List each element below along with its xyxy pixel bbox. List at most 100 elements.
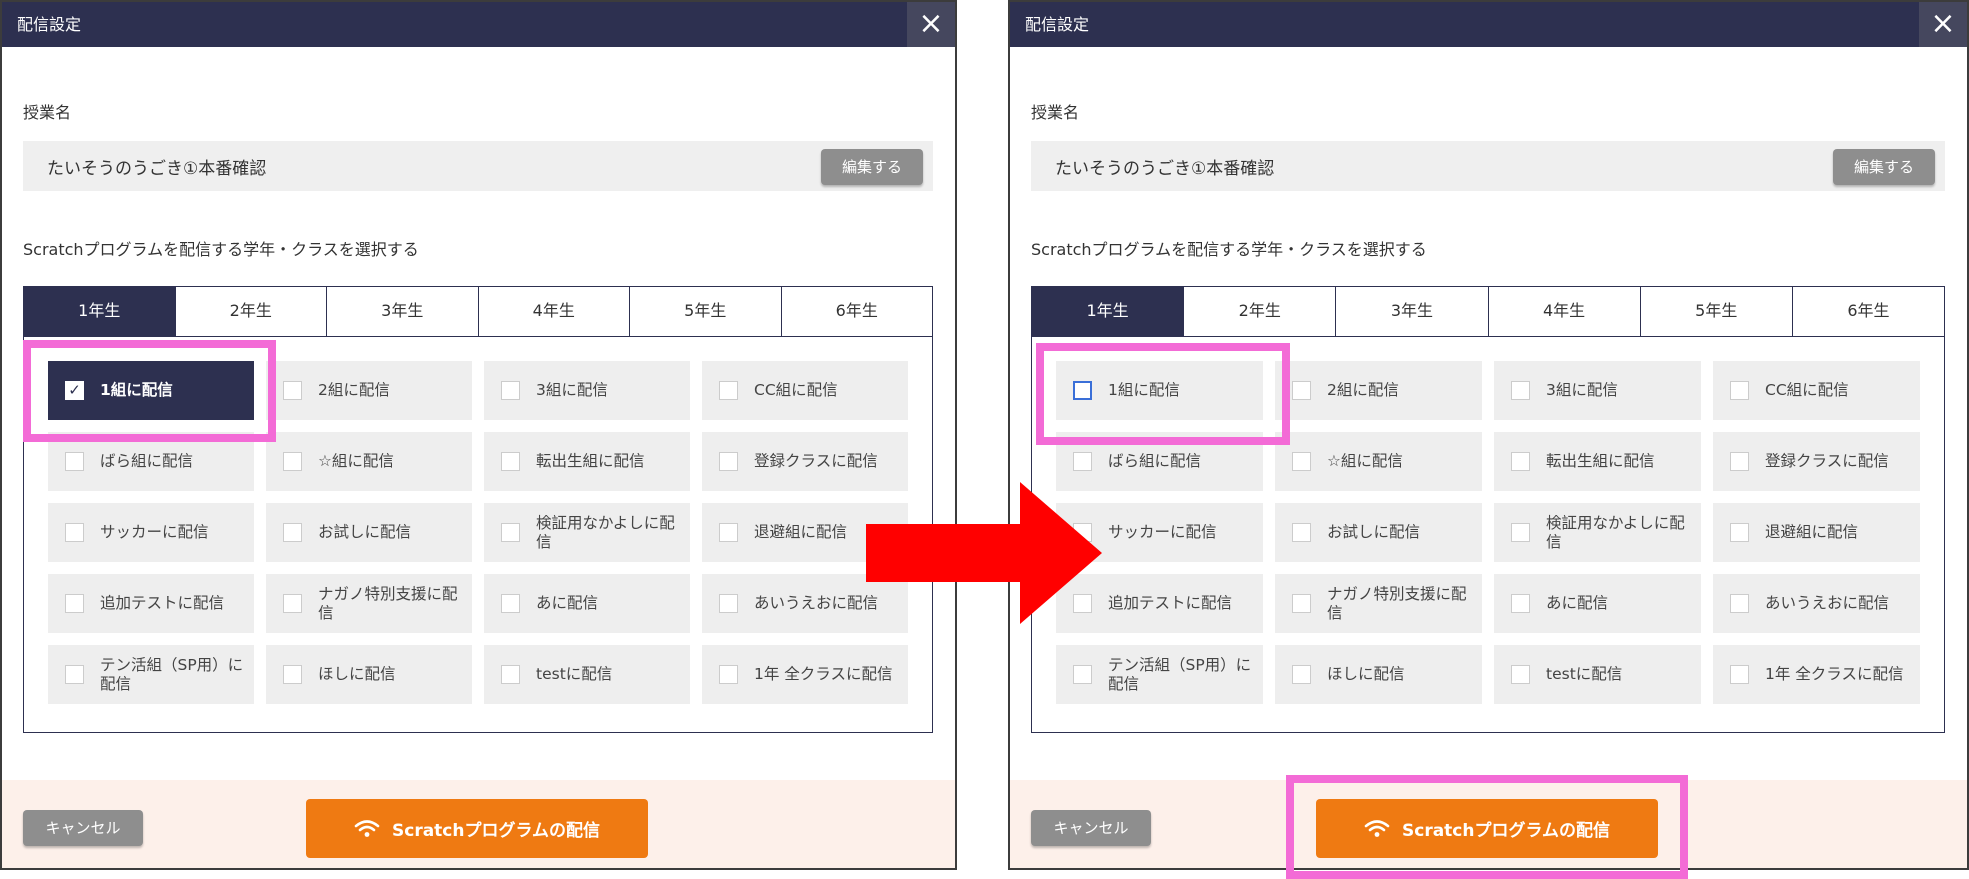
class-checkbox-item[interactable]: 3組に配信 <box>1494 361 1701 420</box>
class-checkbox-item[interactable]: 退避組に配信 <box>1713 503 1920 562</box>
class-checkbox-item[interactable]: ばら組に配信 <box>48 432 254 491</box>
tab-grade-2[interactable]: 2年生 <box>1184 287 1337 336</box>
checkbox-icon[interactable] <box>1511 452 1530 471</box>
checkbox-icon[interactable] <box>719 523 738 542</box>
checkbox-icon[interactable] <box>1511 381 1530 400</box>
checkbox-icon[interactable] <box>1730 594 1749 613</box>
checkbox-icon[interactable]: ✓ <box>65 381 84 400</box>
class-checkbox-item[interactable]: 1年 全クラスに配信 <box>702 645 908 704</box>
class-checkbox-item[interactable]: testに配信 <box>484 645 690 704</box>
deliver-button[interactable]: Scratchプログラムの配信 <box>1316 799 1658 858</box>
class-checkbox-item[interactable]: お試しに配信 <box>266 503 472 562</box>
class-checkbox-item[interactable]: あに配信 <box>1494 574 1701 633</box>
class-checkbox-item[interactable]: 転出生組に配信 <box>484 432 690 491</box>
checkbox-icon[interactable] <box>1511 665 1530 684</box>
checkbox-icon[interactable] <box>283 452 302 471</box>
class-checkbox-label: 2組に配信 <box>318 381 390 399</box>
checkbox-icon[interactable] <box>1292 452 1311 471</box>
checkbox-icon[interactable] <box>1073 665 1092 684</box>
class-checkbox-item[interactable]: 転出生組に配信 <box>1494 432 1701 491</box>
class-checkbox-item[interactable]: ✓ 1組に配信 <box>48 361 254 420</box>
tab-grade-3[interactable]: 3年生 <box>1336 287 1489 336</box>
class-checkbox-item[interactable]: ほしに配信 <box>266 645 472 704</box>
class-checkbox-item[interactable]: あに配信 <box>484 574 690 633</box>
class-checkbox-item[interactable]: ナガノ特別支援に配信 <box>1275 574 1482 633</box>
tab-grade-6[interactable]: 6年生 <box>1792 287 1945 336</box>
tab-grade-1[interactable]: 1年生 <box>1032 287 1185 336</box>
class-checkbox-item[interactable]: ☆組に配信 <box>266 432 472 491</box>
tab-grade-2[interactable]: 2年生 <box>175 287 327 336</box>
checkbox-icon[interactable] <box>719 381 738 400</box>
tab-grade-5[interactable]: 5年生 <box>1640 287 1793 336</box>
class-checkbox-item[interactable]: サッカーに配信 <box>48 503 254 562</box>
checkbox-icon[interactable] <box>501 665 520 684</box>
tab-grade-6[interactable]: 6年生 <box>781 287 932 336</box>
class-checkbox-label: 1組に配信 <box>1108 381 1180 399</box>
checkbox-icon[interactable] <box>65 665 84 684</box>
cancel-button[interactable]: キャンセル <box>1031 810 1151 846</box>
checkbox-icon[interactable] <box>283 523 302 542</box>
class-checkbox-item[interactable]: テン活組（SP用）に配信 <box>48 645 254 704</box>
edit-button[interactable]: 編集する <box>1833 149 1935 185</box>
checkbox-icon[interactable] <box>283 665 302 684</box>
checkbox-icon[interactable] <box>1511 594 1530 613</box>
checkbox-icon[interactable] <box>719 452 738 471</box>
class-checkbox-item[interactable]: 3組に配信 <box>484 361 690 420</box>
tab-grade-4[interactable]: 4年生 <box>478 287 630 336</box>
class-checkbox-item[interactable]: 登録クラスに配信 <box>1713 432 1920 491</box>
class-checkbox-item[interactable]: CC組に配信 <box>1713 361 1920 420</box>
checkbox-icon[interactable] <box>719 665 738 684</box>
class-checkbox-item[interactable]: 検証用なかよしに配信 <box>1494 503 1701 562</box>
cancel-button[interactable]: キャンセル <box>23 810 143 846</box>
close-icon[interactable]: × <box>907 2 955 47</box>
checkbox-icon[interactable] <box>1292 523 1311 542</box>
class-checkbox-label: あいうえおに配信 <box>1765 594 1890 612</box>
checkbox-icon[interactable] <box>1292 381 1311 400</box>
checkbox-icon[interactable] <box>1730 523 1749 542</box>
checkbox-icon[interactable] <box>1730 452 1749 471</box>
class-checkbox-label: 2組に配信 <box>1327 381 1399 399</box>
class-checkbox-label: 1年 全クラスに配信 <box>754 665 893 683</box>
checkbox-icon[interactable] <box>501 594 520 613</box>
class-checkbox-item[interactable]: 1組に配信 <box>1056 361 1263 420</box>
class-checkbox-item[interactable]: 追加テストに配信 <box>48 574 254 633</box>
checkbox-icon[interactable] <box>283 381 302 400</box>
tab-grade-4[interactable]: 4年生 <box>1488 287 1641 336</box>
deliver-button[interactable]: Scratchプログラムの配信 <box>306 799 648 858</box>
deliver-button-label: Scratchプログラムの配信 <box>392 821 600 841</box>
checkbox-icon[interactable] <box>283 594 302 613</box>
checkbox-icon[interactable] <box>1073 381 1092 400</box>
checkbox-icon[interactable] <box>1073 452 1092 471</box>
checkbox-icon[interactable] <box>1292 665 1311 684</box>
checkbox-icon[interactable] <box>1730 381 1749 400</box>
class-checkbox-label: ナガノ特別支援に配信 <box>318 584 458 622</box>
checkbox-icon[interactable] <box>1730 665 1749 684</box>
class-checkbox-item[interactable]: ☆組に配信 <box>1275 432 1482 491</box>
checkbox-icon[interactable] <box>1511 523 1530 542</box>
close-icon[interactable]: × <box>1919 2 1967 47</box>
class-checkbox-item[interactable]: ほしに配信 <box>1275 645 1482 704</box>
tab-grade-3[interactable]: 3年生 <box>327 287 479 336</box>
tab-grade-1[interactable]: 1年生 <box>24 287 176 336</box>
class-checkbox-item[interactable]: 2組に配信 <box>266 361 472 420</box>
checkbox-icon[interactable] <box>65 452 84 471</box>
checkbox-icon[interactable] <box>65 523 84 542</box>
class-checkbox-item[interactable]: testに配信 <box>1494 645 1701 704</box>
checkbox-icon[interactable] <box>719 594 738 613</box>
class-checkbox-item[interactable]: あいうえおに配信 <box>1713 574 1920 633</box>
class-checkbox-item[interactable]: 検証用なかよしに配信 <box>484 503 690 562</box>
class-checkbox-item[interactable]: ナガノ特別支援に配信 <box>266 574 472 633</box>
class-checkbox-item[interactable]: 2組に配信 <box>1275 361 1482 420</box>
checkbox-icon[interactable] <box>501 452 520 471</box>
class-checkbox-item[interactable]: CC組に配信 <box>702 361 908 420</box>
class-checkbox-item[interactable]: お試しに配信 <box>1275 503 1482 562</box>
checkbox-icon[interactable] <box>501 381 520 400</box>
class-checkbox-label: テン活組（SP用）に配信 <box>1108 655 1252 693</box>
edit-button[interactable]: 編集する <box>821 149 923 185</box>
checkbox-icon[interactable] <box>501 523 520 542</box>
checkbox-icon[interactable] <box>1292 594 1311 613</box>
checkbox-icon[interactable] <box>65 594 84 613</box>
class-checkbox-item[interactable]: テン活組（SP用）に配信 <box>1056 645 1263 704</box>
class-checkbox-item[interactable]: 1年 全クラスに配信 <box>1713 645 1920 704</box>
tab-grade-5[interactable]: 5年生 <box>630 287 782 336</box>
